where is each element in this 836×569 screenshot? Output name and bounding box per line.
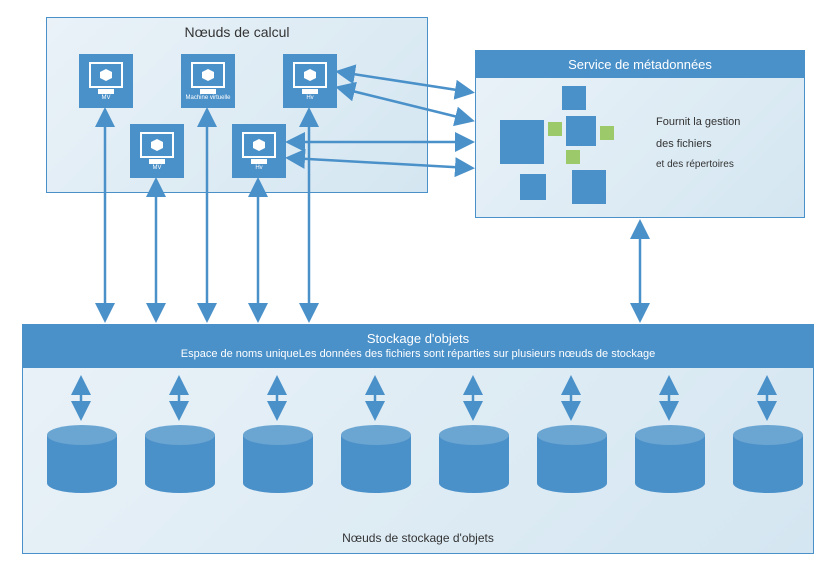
vm-node: Machine virtuelle xyxy=(181,54,235,108)
vm-node: MV xyxy=(130,124,184,178)
storage-subtitle: Espace de noms uniqueLes données des fic… xyxy=(23,346,813,368)
storage-footer: Nœuds de stockage d'objets xyxy=(23,531,813,545)
square-icon xyxy=(572,170,606,204)
vm-label: MV xyxy=(153,165,162,171)
storage-cylinder-icon xyxy=(243,425,313,495)
cube-icon xyxy=(202,69,214,81)
square-icon xyxy=(566,150,580,164)
compute-title: Nœuds de calcul xyxy=(47,18,427,40)
monitor-icon xyxy=(89,62,123,88)
metadata-service-box: Service de métadonnées Fournit la gestio… xyxy=(475,50,805,218)
compute-nodes-box: Nœuds de calcul MV Machine virtuelle Hv xyxy=(46,17,428,193)
vm-label: Hv xyxy=(306,95,313,101)
cube-icon xyxy=(253,139,265,151)
storage-cylinder-icon xyxy=(47,425,117,495)
vm-node: Hv xyxy=(232,124,286,178)
metadata-line1: Fournit la gestion xyxy=(656,114,740,132)
vm-node: Hv xyxy=(283,54,337,108)
vm-label: Machine virtuelle xyxy=(185,95,230,101)
storage-cylinder-icon xyxy=(733,425,803,495)
metadata-desc: Fournit la gestion des fichiers et des r… xyxy=(656,114,740,173)
monitor-icon xyxy=(242,132,276,158)
square-icon xyxy=(562,86,586,110)
cube-icon xyxy=(151,139,163,151)
square-icon xyxy=(566,116,596,146)
monitor-icon xyxy=(140,132,174,158)
storage-cylinder-icon xyxy=(341,425,411,495)
metadata-title: Service de métadonnées xyxy=(476,51,804,78)
vm-label: Hv xyxy=(255,165,262,171)
metadata-line3: et des répertoires xyxy=(656,157,740,173)
vm-node: MV xyxy=(79,54,133,108)
metadata-line2: des fichiers xyxy=(656,136,740,154)
diagram-canvas: Nœuds de calcul MV Machine virtuelle Hv xyxy=(0,0,836,569)
storage-cylinder-icon xyxy=(439,425,509,495)
square-icon xyxy=(500,120,544,164)
square-icon xyxy=(548,122,562,136)
storage-cylinder-icon xyxy=(145,425,215,495)
square-icon xyxy=(520,174,546,200)
cube-icon xyxy=(100,69,112,81)
storage-cylinder-icon xyxy=(635,425,705,495)
storage-cylinder-icon xyxy=(537,425,607,495)
object-storage-box: Stockage d'objets Espace de noms uniqueL… xyxy=(22,324,814,554)
storage-title: Stockage d'objets xyxy=(23,325,813,346)
square-icon xyxy=(600,126,614,140)
cube-icon xyxy=(304,69,316,81)
monitor-icon xyxy=(293,62,327,88)
monitor-icon xyxy=(191,62,225,88)
vm-label: MV xyxy=(102,95,111,101)
